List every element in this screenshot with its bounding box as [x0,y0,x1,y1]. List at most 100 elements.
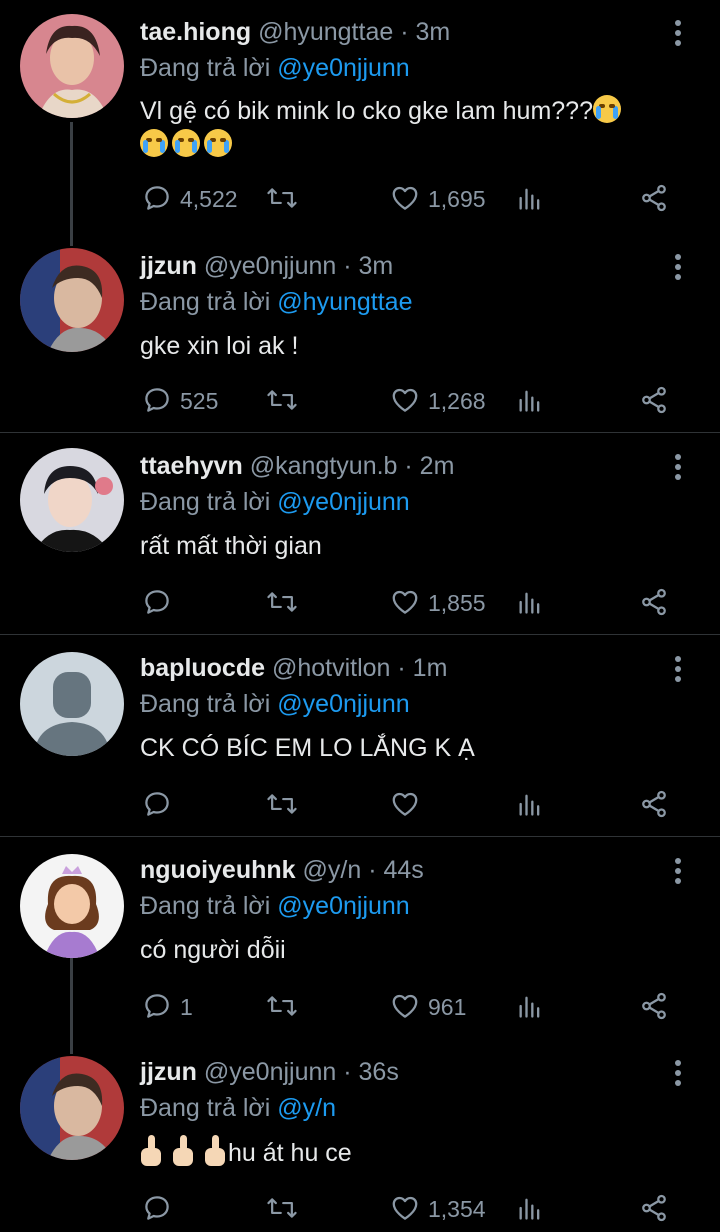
crying-face-icon [140,129,168,157]
like-button[interactable]: 1,855 [390,583,500,623]
display-name[interactable]: jjzun [140,1058,197,1086]
avatar[interactable] [20,14,124,118]
tweet[interactable]: nguoiyeuhnk @y/n · 44s Đang trả lời @ye0… [0,838,720,1038]
like-button[interactable]: 1,695 [390,179,500,219]
like-button[interactable]: 1,354 [390,1189,500,1229]
tweet[interactable]: jjzun @ye0njjunn · 3m Đang trả lời @hyun… [0,234,720,432]
more-vertical-icon[interactable] [664,654,692,684]
display-name[interactable]: ttaehyvn [140,452,243,480]
tweet[interactable]: jjzun @ye0njjunn · 36s Đang trả lời @y/n… [0,1040,720,1232]
retweet-button[interactable] [266,785,306,825]
views-button[interactable] [516,583,548,623]
display-name[interactable]: nguoiyeuhnk [140,856,296,884]
retweet-button[interactable] [266,381,306,421]
reply-prefix: Đang trả lời [140,288,271,316]
views-icon [519,996,540,1018]
retweet-button[interactable] [266,583,306,623]
views-icon [519,390,540,412]
tweet-text: rất mất thời gian [140,532,322,560]
tweet-text: gke xin loi ak ! [140,332,299,360]
divider [0,836,720,837]
crying-face-icon [204,129,232,157]
reply-to-link[interactable]: @y/n [277,1094,336,1122]
more-vertical-icon[interactable] [664,856,692,886]
reply-to-link[interactable]: @ye0njjunn [277,690,409,718]
more-vertical-icon[interactable] [664,1058,692,1088]
replying-to: Đang trả lời @hyungttae [140,284,413,320]
tweet-header: tae.hiong @hyungttae · 3m [140,14,450,50]
avatar-image [20,854,124,958]
share-button[interactable] [638,785,670,825]
more-vertical-icon[interactable] [664,252,692,282]
comment-icon [145,590,169,614]
share-icon [642,790,666,818]
retweet-icon [267,188,297,208]
retweet-icon [267,1198,297,1218]
action-bar: 4,522 1,695 [0,179,720,219]
tweet[interactable]: tae.hiong @hyungttae · 3m Đang trả lời @… [0,0,720,232]
more-vertical-icon[interactable] [664,452,692,482]
views-button[interactable] [516,381,548,421]
avatar-image [20,248,124,352]
like-count: 961 [428,994,467,1020]
like-button[interactable]: 1,268 [390,381,500,421]
tweet-text: hu át hu ce [140,1135,690,1170]
avatar[interactable] [20,248,124,352]
replying-to: Đang trả lời @ye0njjunn [140,888,410,924]
retweet-button[interactable] [266,987,306,1027]
like-button[interactable] [390,785,430,825]
avatar[interactable] [20,652,124,756]
tweet[interactable]: ttaehyvn @kangtyun.b · 2m Đang trả lời @… [0,434,720,634]
reply-to-link[interactable]: @ye0njjunn [277,488,409,516]
share-button[interactable] [638,583,670,623]
views-button[interactable] [516,179,548,219]
heart-icon [392,186,418,210]
like-count: 1,354 [428,1196,486,1222]
reply-to-link[interactable]: @ye0njjunn [277,892,409,920]
avatar[interactable] [20,854,124,958]
comment-button[interactable] [142,583,182,623]
display-name[interactable]: bapluocde [140,654,265,682]
views-button[interactable] [516,785,548,825]
handle-time: @ye0njjunn · 36s [203,1058,399,1086]
handle-time: @hyungttae · 3m [258,18,451,46]
handle-time: @hotvitlon · 1m [271,654,448,682]
reply-prefix: Đang trả lời [140,690,271,718]
like-button[interactable]: 961 [390,987,490,1027]
display-name[interactable]: jjzun [140,252,197,280]
avatar[interactable] [20,1056,124,1160]
comment-button[interactable] [142,785,182,825]
share-button[interactable] [638,179,670,219]
action-bar: 525 1,268 [0,381,720,421]
comment-button[interactable]: 525 [142,381,252,421]
comment-button[interactable] [142,1189,182,1229]
retweet-button[interactable] [266,179,306,219]
tweet-text-content: Vl gệ có bik mink lo cko gke lam hum??? [140,97,593,125]
heart-icon [392,590,418,614]
more-vertical-icon[interactable] [664,18,692,48]
views-icon [519,1198,540,1220]
retweet-button[interactable] [266,1189,306,1229]
share-button[interactable] [638,987,670,1027]
views-button[interactable] [516,1189,548,1229]
retweet-icon [267,592,297,612]
views-button[interactable] [516,987,548,1027]
divider [0,432,720,433]
tweet-text: Vl gệ có bik mink lo cko gke lam hum??? [140,94,690,162]
comment-button[interactable]: 1 [142,987,202,1027]
tweet-header: jjzun @ye0njjunn · 3m [140,248,393,284]
avatar[interactable] [20,448,124,552]
reply-prefix: Đang trả lời [140,892,271,920]
heart-icon [392,792,418,816]
tweet[interactable]: bapluocde @hotvitlon · 1m Đang trả lời @… [0,636,720,836]
action-bar: 1 961 [0,987,720,1027]
action-bar: 1,354 [0,1189,720,1229]
tweet-header: ttaehyvn @kangtyun.b · 2m [140,448,454,484]
reply-to-link[interactable]: @ye0njjunn [277,54,409,82]
hand-gesture-icon [172,1135,194,1167]
comment-button[interactable]: 4,522 [142,179,252,219]
share-button[interactable] [638,1189,670,1229]
reply-to-link[interactable]: @hyungttae [277,288,412,316]
share-button[interactable] [638,381,670,421]
display-name[interactable]: tae.hiong [140,18,251,46]
